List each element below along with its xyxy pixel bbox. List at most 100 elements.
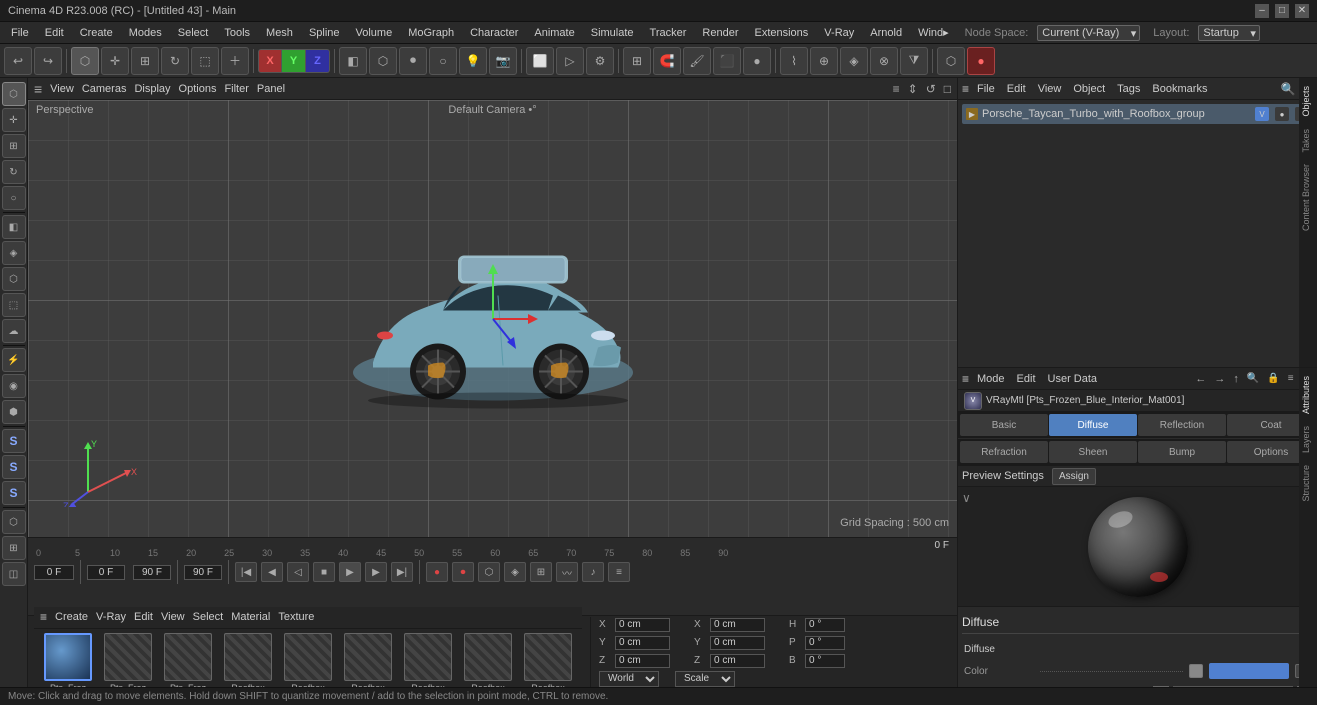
boole-btn[interactable]: ⊕: [810, 47, 838, 75]
vp-icon-3[interactable]: ↺: [926, 82, 936, 96]
mat-item-8[interactable]: Roofbox: [520, 633, 576, 688]
attr-nav-fwd[interactable]: →: [1211, 372, 1228, 386]
attr-nav-back[interactable]: ←: [1192, 372, 1209, 386]
obj-menu-view[interactable]: View: [1034, 81, 1066, 97]
go-end-button[interactable]: ▶|: [391, 562, 413, 582]
mat-menu-material[interactable]: Material: [231, 611, 270, 623]
layout-dropdown[interactable]: Startup ▾: [1198, 25, 1259, 41]
attr-list-icon[interactable]: ≡: [1285, 372, 1297, 386]
menu-tracker[interactable]: Tracker: [643, 25, 694, 41]
assign-button[interactable]: Assign: [1052, 468, 1096, 485]
vtab-takes[interactable]: Takes: [1299, 123, 1317, 159]
record-auto-button[interactable]: ●: [426, 562, 448, 582]
mat-tab-reflection[interactable]: Reflection: [1138, 414, 1226, 436]
menu-mesh[interactable]: Mesh: [259, 25, 300, 41]
vp-menu-view[interactable]: View: [50, 83, 74, 95]
scale-dropdown[interactable]: Scale: [675, 671, 735, 687]
vtab-layers[interactable]: Layers: [1299, 420, 1317, 459]
attr-menu-icon[interactable]: ≡: [962, 372, 969, 386]
attr-search-icon[interactable]: 🔍: [1244, 372, 1262, 386]
h-field[interactable]: [805, 618, 845, 632]
p-field[interactable]: [805, 636, 845, 650]
obj-menu-edit[interactable]: Edit: [1003, 81, 1030, 97]
record-btn[interactable]: ●: [967, 47, 995, 75]
mat-menu-edit[interactable]: Edit: [134, 611, 153, 623]
mat-manager-menu-icon[interactable]: ≡: [40, 610, 47, 624]
x-axis-button[interactable]: X: [258, 49, 282, 73]
camera-button[interactable]: 📷: [489, 47, 517, 75]
menu-tools[interactable]: Tools: [217, 25, 257, 41]
menu-animate[interactable]: Animate: [527, 25, 581, 41]
mat-tab-diffuse[interactable]: Diffuse: [1049, 414, 1137, 436]
mini-timeline-button[interactable]: ≡: [608, 562, 630, 582]
menu-mograph[interactable]: MoGraph: [401, 25, 461, 41]
obj-search-icon[interactable]: 🔍: [1281, 82, 1296, 96]
vp-icon-1[interactable]: ≡: [893, 82, 900, 96]
sidebar-edges-icon[interactable]: ◈: [2, 241, 26, 265]
edge-button[interactable]: ⬡: [369, 47, 397, 75]
sidebar-points-icon[interactable]: ⬡: [2, 267, 26, 291]
mat-menu-select[interactable]: Select: [193, 611, 224, 623]
mat-item-3[interactable]: Roofbox: [220, 633, 276, 688]
mat-menu-view[interactable]: View: [161, 611, 185, 623]
object-mode-button[interactable]: ⬡: [71, 47, 99, 75]
render-button[interactable]: ▷: [556, 47, 584, 75]
x-rot-field[interactable]: [710, 618, 765, 632]
menu-volume[interactable]: Volume: [349, 25, 400, 41]
mat-preview-collapse[interactable]: ∨: [962, 491, 971, 505]
key-sel-button[interactable]: ◈: [504, 562, 526, 582]
vp-menu-options[interactable]: Options: [179, 83, 217, 95]
maximize-button[interactable]: □: [1275, 4, 1289, 18]
attr-menu-mode[interactable]: Mode: [973, 371, 1009, 387]
next-frame-button[interactable]: ▶: [365, 562, 387, 582]
menu-modes[interactable]: Modes: [122, 25, 169, 41]
sidebar-move-icon[interactable]: ✛: [2, 108, 26, 132]
prev-frame-button[interactable]: ◀: [261, 562, 283, 582]
polygon-button[interactable]: ◧: [339, 47, 367, 75]
attr-lock-icon[interactable]: 🔒: [1264, 372, 1282, 386]
vp-menu-filter[interactable]: Filter: [224, 83, 248, 95]
mat-menu-texture[interactable]: Texture: [278, 611, 314, 623]
move-button[interactable]: ✛: [101, 47, 129, 75]
viewport-3d[interactable]: Perspective Default Camera •° Grid Spaci…: [28, 100, 957, 537]
color-value-bar[interactable]: [1209, 663, 1289, 679]
stop-button[interactable]: ■: [313, 562, 335, 582]
minimize-button[interactable]: –: [1255, 4, 1269, 18]
x-pos-field[interactable]: [615, 618, 670, 632]
select-button[interactable]: ⬚: [191, 47, 219, 75]
attr-menu-edit[interactable]: Edit: [1013, 371, 1040, 387]
mat-item-0[interactable]: Pts_Froz: [40, 633, 96, 688]
menu-file[interactable]: File: [4, 25, 36, 41]
attr-nav-up[interactable]: ↑: [1230, 372, 1242, 386]
y-rot-field[interactable]: [710, 636, 765, 650]
sidebar-mat-icon[interactable]: ◫: [2, 562, 26, 586]
deform-btn[interactable]: ⌇: [780, 47, 808, 75]
redo-button[interactable]: ↪: [34, 47, 62, 75]
mat-item-4[interactable]: Roofbox: [280, 633, 336, 688]
mat-menu-create[interactable]: Create: [55, 611, 88, 623]
sound-button[interactable]: ♪: [582, 562, 604, 582]
paint-button[interactable]: 🖌: [683, 47, 711, 75]
menu-character[interactable]: Character: [463, 25, 525, 41]
sidebar-paint-icon[interactable]: ⬢: [2, 400, 26, 424]
mat-menu-vray[interactable]: V-Ray: [96, 611, 126, 623]
b-field[interactable]: [805, 654, 845, 668]
z-pos-field[interactable]: [615, 654, 670, 668]
undo-button[interactable]: ↩: [4, 47, 32, 75]
render-settings-button[interactable]: ⚙: [586, 47, 614, 75]
cube-button[interactable]: ⬛: [713, 47, 741, 75]
frame-btn[interactable]: ⬡: [937, 47, 965, 75]
menu-wind[interactable]: Wind▸: [911, 24, 956, 41]
menu-create[interactable]: Create: [73, 25, 120, 41]
texture-value-field[interactable]: PTS_Frozen_Blue_Interior_Di: [1173, 686, 1293, 687]
obj-item-0[interactable]: ▶ Porsche_Taycan_Turbo_with_Roofbox_grou…: [962, 104, 1313, 124]
sidebar-grid-icon[interactable]: ⊞: [2, 536, 26, 560]
menu-extensions[interactable]: Extensions: [747, 25, 815, 41]
sidebar-null-icon[interactable]: ○: [2, 186, 26, 210]
loft-btn[interactable]: ◈: [840, 47, 868, 75]
mat-item-7[interactable]: Roofbox: [460, 633, 516, 688]
sidebar-select-icon[interactable]: ⬡: [2, 82, 26, 106]
sidebar-floor-icon[interactable]: ⬚: [2, 293, 26, 317]
end-frame-input[interactable]: [133, 565, 171, 580]
sidebar-polygons-icon[interactable]: ◧: [2, 215, 26, 239]
